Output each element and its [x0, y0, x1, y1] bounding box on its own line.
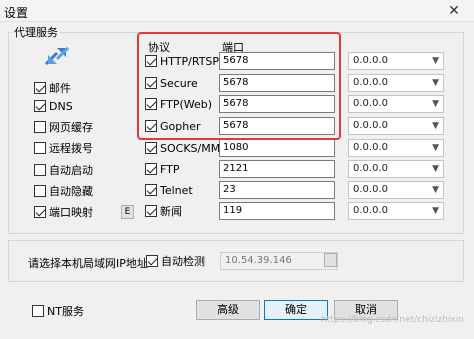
- window-title: 设置: [4, 6, 29, 20]
- bind-ip-value: 0.0.0.0: [353, 142, 388, 153]
- left-option-checkbox[interactable]: 邮件: [34, 80, 71, 96]
- protocol-checkbox[interactable]: Gopher: [145, 118, 201, 134]
- title-bar: 设置 ✕: [0, 0, 474, 22]
- left-option-checkbox[interactable]: 自动隐藏: [34, 183, 93, 199]
- port-input[interactable]: 5678: [219, 74, 335, 92]
- nt-service-label: NT服务: [47, 305, 84, 318]
- protocol-box[interactable]: [145, 55, 157, 67]
- protocol-checkbox[interactable]: HTTP/RTSP: [145, 53, 219, 69]
- auto-detect-checkbox[interactable]: 自动检测: [146, 253, 205, 269]
- chevron-down-icon: ▼: [432, 99, 439, 109]
- bind-ip-select[interactable]: 0.0.0.0 ▼: [348, 117, 444, 135]
- chevron-down-icon: ▼: [432, 206, 439, 216]
- protocol-label: HTTP/RTSP: [160, 54, 220, 68]
- protocol-checkbox[interactable]: Secure: [145, 75, 198, 91]
- bind-ip-select[interactable]: 0.0.0.0 ▼: [348, 52, 444, 70]
- network-arrows-icon: [44, 46, 70, 66]
- left-option-checkbox[interactable]: 端口映射: [34, 204, 93, 220]
- port-input[interactable]: 2121: [219, 160, 335, 178]
- chevron-down-icon: ▼: [432, 143, 439, 153]
- advanced-button[interactable]: 高级: [196, 300, 260, 320]
- protocol-label: Telnet: [160, 183, 193, 197]
- auto-detect-box[interactable]: [146, 255, 158, 267]
- left-option-box[interactable]: [34, 121, 46, 133]
- left-option-checkbox[interactable]: 网页缓存: [34, 119, 93, 135]
- left-option-label: 远程拨号: [49, 142, 93, 155]
- lan-ip-select[interactable]: 10.54.39.146 ▼: [220, 252, 338, 270]
- port-input[interactable]: 5678: [219, 52, 335, 70]
- protocol-label: Gopher: [160, 119, 201, 133]
- port-map-edit-button[interactable]: E: [121, 205, 134, 219]
- protocol-box[interactable]: [145, 184, 157, 196]
- protocol-label: FTP: [160, 162, 180, 176]
- left-option-label: 端口映射: [49, 206, 93, 219]
- bind-ip-value: 0.0.0.0: [353, 163, 388, 174]
- chevron-down-icon: ▼: [432, 185, 439, 195]
- protocol-label: Secure: [160, 76, 198, 90]
- left-option-box[interactable]: [34, 206, 46, 218]
- nt-service-checkbox[interactable]: NT服务: [32, 303, 84, 319]
- left-option-box[interactable]: [34, 142, 46, 154]
- bind-ip-select[interactable]: 0.0.0.0 ▼: [348, 181, 444, 199]
- left-option-label: 网页缓存: [49, 121, 93, 134]
- bind-ip-select[interactable]: 0.0.0.0 ▼: [348, 74, 444, 92]
- chevron-down-icon: ▼: [432, 56, 439, 66]
- protocol-checkbox[interactable]: 新闻: [145, 203, 182, 219]
- bind-ip-value: 0.0.0.0: [353, 55, 388, 66]
- left-option-box[interactable]: [34, 164, 46, 176]
- left-option-label: 邮件: [49, 82, 71, 95]
- chevron-down-icon: ▼: [432, 164, 439, 174]
- left-option-box[interactable]: [34, 82, 46, 94]
- port-input[interactable]: 5678: [219, 95, 335, 113]
- lan-ip-edit-button[interactable]: [324, 253, 337, 267]
- bind-ip-select[interactable]: 0.0.0.0 ▼: [348, 202, 444, 220]
- protocol-box[interactable]: [145, 77, 157, 89]
- left-option-label: 自动隐藏: [49, 185, 93, 198]
- port-input[interactable]: 119: [219, 202, 335, 220]
- port-input[interactable]: 23: [219, 181, 335, 199]
- protocol-label: FTP(Web): [160, 97, 213, 111]
- lan-ip-label: 请选择本机局域网IP地址:: [28, 257, 152, 270]
- close-icon[interactable]: ✕: [434, 0, 474, 22]
- ok-button[interactable]: 确定: [264, 300, 328, 320]
- left-option-checkbox[interactable]: 自动启动: [34, 162, 93, 178]
- protocol-checkbox[interactable]: Telnet: [145, 182, 193, 198]
- left-option-checkbox[interactable]: DNS: [34, 98, 73, 114]
- chevron-down-icon: ▼: [432, 121, 439, 131]
- lan-ip-value: 10.54.39.146: [225, 255, 292, 266]
- bind-ip-select[interactable]: 0.0.0.0 ▼: [348, 139, 444, 157]
- auto-detect-label: 自动检测: [161, 255, 205, 268]
- protocol-checkbox[interactable]: SOCKS/MMS: [145, 140, 227, 156]
- left-option-checkbox[interactable]: 远程拨号: [34, 140, 93, 156]
- protocol-box[interactable]: [145, 120, 157, 132]
- port-input[interactable]: 1080: [219, 139, 335, 157]
- bind-ip-value: 0.0.0.0: [353, 98, 388, 109]
- protocol-box[interactable]: [145, 98, 157, 110]
- chevron-down-icon: ▼: [432, 78, 439, 88]
- left-option-box[interactable]: [34, 185, 46, 197]
- watermark-text: https://blog.csdn.net/chizizhixin: [320, 315, 464, 325]
- nt-service-box[interactable]: [32, 305, 44, 317]
- bind-ip-value: 0.0.0.0: [353, 120, 388, 131]
- protocol-box[interactable]: [145, 163, 157, 175]
- bind-ip-select[interactable]: 0.0.0.0 ▼: [348, 95, 444, 113]
- port-input[interactable]: 5678: [219, 117, 335, 135]
- protocol-label: SOCKS/MMS: [160, 141, 228, 155]
- bind-ip-value: 0.0.0.0: [353, 205, 388, 216]
- protocol-checkbox[interactable]: FTP: [145, 161, 180, 177]
- bind-ip-value: 0.0.0.0: [353, 184, 388, 195]
- proxy-group-title: 代理服务: [12, 24, 60, 40]
- protocol-checkbox[interactable]: FTP(Web): [145, 96, 212, 112]
- left-option-label: 自动启动: [49, 164, 93, 177]
- bind-ip-select[interactable]: 0.0.0.0 ▼: [348, 160, 444, 178]
- protocol-label: 新闻: [160, 205, 182, 218]
- protocol-box[interactable]: [145, 205, 157, 217]
- left-option-label: DNS: [49, 99, 73, 113]
- protocol-box[interactable]: [145, 142, 157, 154]
- left-option-box[interactable]: [34, 100, 46, 112]
- bind-ip-value: 0.0.0.0: [353, 77, 388, 88]
